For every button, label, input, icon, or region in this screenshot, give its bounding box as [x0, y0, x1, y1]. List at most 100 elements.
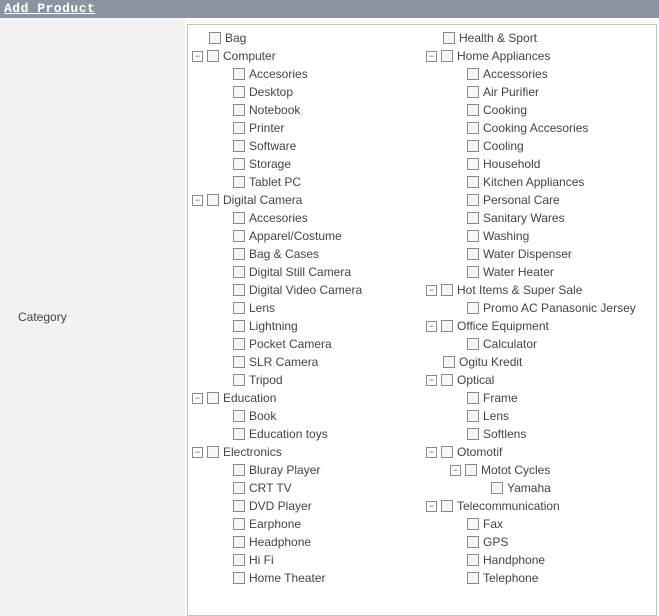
- tree-node[interactable]: Household: [426, 155, 652, 173]
- tree-node[interactable]: Notebook: [192, 101, 418, 119]
- category-checkbox[interactable]: [467, 266, 479, 278]
- collapse-icon[interactable]: −: [426, 375, 437, 386]
- category-checkbox[interactable]: [467, 572, 479, 584]
- category-checkbox[interactable]: [233, 104, 245, 116]
- category-checkbox[interactable]: [467, 104, 479, 116]
- category-checkbox[interactable]: [233, 122, 245, 134]
- tree-node[interactable]: Education toys: [192, 425, 418, 443]
- tree-node[interactable]: Tripod: [192, 371, 418, 389]
- category-checkbox[interactable]: [467, 428, 479, 440]
- tree-node[interactable]: Water Dispenser: [426, 245, 652, 263]
- tree-node[interactable]: Promo AC Panasonic Jersey: [426, 299, 652, 317]
- category-checkbox[interactable]: [491, 482, 503, 494]
- tree-node[interactable]: −Education: [192, 389, 418, 407]
- category-checkbox[interactable]: [233, 302, 245, 314]
- tree-node[interactable]: −Hot Items & Super Sale: [426, 281, 652, 299]
- category-checkbox[interactable]: [233, 464, 245, 476]
- category-checkbox[interactable]: [233, 554, 245, 566]
- category-checkbox[interactable]: [233, 176, 245, 188]
- category-checkbox[interactable]: [467, 554, 479, 566]
- category-checkbox[interactable]: [467, 338, 479, 350]
- category-checkbox[interactable]: [467, 140, 479, 152]
- category-checkbox[interactable]: [441, 284, 453, 296]
- tree-node[interactable]: −Motot Cycles: [426, 461, 652, 479]
- category-checkbox[interactable]: [233, 248, 245, 260]
- tree-node[interactable]: −Electronics: [192, 443, 418, 461]
- tree-node[interactable]: Desktop: [192, 83, 418, 101]
- tree-node[interactable]: −Optical: [426, 371, 652, 389]
- tree-node[interactable]: SLR Camera: [192, 353, 418, 371]
- tree-node[interactable]: Printer: [192, 119, 418, 137]
- category-checkbox[interactable]: [465, 464, 477, 476]
- tree-node[interactable]: −Otomotif: [426, 443, 652, 461]
- tree-node[interactable]: Bag: [192, 29, 418, 47]
- tree-node[interactable]: Softlens: [426, 425, 652, 443]
- tree-node[interactable]: Hi Fi: [192, 551, 418, 569]
- collapse-icon[interactable]: −: [426, 51, 437, 62]
- category-checkbox[interactable]: [467, 158, 479, 170]
- tree-node[interactable]: Handphone: [426, 551, 652, 569]
- tree-node[interactable]: Ogitu Kredit: [426, 353, 652, 371]
- collapse-icon[interactable]: −: [426, 447, 437, 458]
- collapse-icon[interactable]: −: [426, 501, 437, 512]
- tree-node[interactable]: CRT TV: [192, 479, 418, 497]
- category-checkbox[interactable]: [467, 230, 479, 242]
- tree-node[interactable]: −Office Equipment: [426, 317, 652, 335]
- tree-node[interactable]: Headphone: [192, 533, 418, 551]
- category-checkbox[interactable]: [233, 356, 245, 368]
- tree-node[interactable]: Earphone: [192, 515, 418, 533]
- tree-node[interactable]: Telephone: [426, 569, 652, 587]
- category-checkbox[interactable]: [233, 86, 245, 98]
- category-checkbox[interactable]: [233, 266, 245, 278]
- category-checkbox[interactable]: [233, 410, 245, 422]
- tree-node[interactable]: Health & Sport: [426, 29, 652, 47]
- category-checkbox[interactable]: [233, 428, 245, 440]
- tree-node[interactable]: Sanitary Wares: [426, 209, 652, 227]
- category-checkbox[interactable]: [467, 518, 479, 530]
- category-checkbox[interactable]: [467, 176, 479, 188]
- tree-node[interactable]: Water Heater: [426, 263, 652, 281]
- tree-node[interactable]: Accessories: [426, 65, 652, 83]
- category-checkbox[interactable]: [467, 68, 479, 80]
- collapse-icon[interactable]: −: [426, 321, 437, 332]
- category-checkbox[interactable]: [441, 320, 453, 332]
- tree-node[interactable]: −Digital Camera: [192, 191, 418, 209]
- category-tree[interactable]: Bag−ComputerAccesoriesDesktopNotebookPri…: [187, 24, 657, 616]
- category-checkbox[interactable]: [467, 536, 479, 548]
- tree-node[interactable]: Air Purifier: [426, 83, 652, 101]
- tree-node[interactable]: Accesories: [192, 209, 418, 227]
- category-checkbox[interactable]: [233, 68, 245, 80]
- tree-node[interactable]: Digital Video Camera: [192, 281, 418, 299]
- tree-node[interactable]: Tablet PC: [192, 173, 418, 191]
- tree-node[interactable]: Software: [192, 137, 418, 155]
- collapse-icon[interactable]: −: [426, 285, 437, 296]
- category-checkbox[interactable]: [443, 32, 455, 44]
- tree-node[interactable]: Kitchen Appliances: [426, 173, 652, 191]
- category-checkbox[interactable]: [207, 194, 219, 206]
- tree-node[interactable]: Digital Still Camera: [192, 263, 418, 281]
- category-checkbox[interactable]: [207, 392, 219, 404]
- tree-node[interactable]: Lens: [192, 299, 418, 317]
- tree-node[interactable]: Home Theater: [192, 569, 418, 587]
- category-checkbox[interactable]: [467, 86, 479, 98]
- tree-node[interactable]: Apparel/Costume: [192, 227, 418, 245]
- tree-node[interactable]: Fax: [426, 515, 652, 533]
- collapse-icon[interactable]: −: [450, 465, 461, 476]
- category-checkbox[interactable]: [233, 338, 245, 350]
- tree-node[interactable]: −Home Appliances: [426, 47, 652, 65]
- tree-node[interactable]: Bluray Player: [192, 461, 418, 479]
- tree-node[interactable]: Frame: [426, 389, 652, 407]
- category-checkbox[interactable]: [441, 50, 453, 62]
- tree-node[interactable]: Calculator: [426, 335, 652, 353]
- category-checkbox[interactable]: [467, 194, 479, 206]
- tree-node[interactable]: Washing: [426, 227, 652, 245]
- category-checkbox[interactable]: [233, 284, 245, 296]
- collapse-icon[interactable]: −: [192, 195, 203, 206]
- tree-node[interactable]: Lens: [426, 407, 652, 425]
- category-checkbox[interactable]: [233, 212, 245, 224]
- collapse-icon[interactable]: −: [192, 51, 203, 62]
- category-checkbox[interactable]: [467, 392, 479, 404]
- category-checkbox[interactable]: [443, 356, 455, 368]
- category-checkbox[interactable]: [467, 302, 479, 314]
- collapse-icon[interactable]: −: [192, 447, 203, 458]
